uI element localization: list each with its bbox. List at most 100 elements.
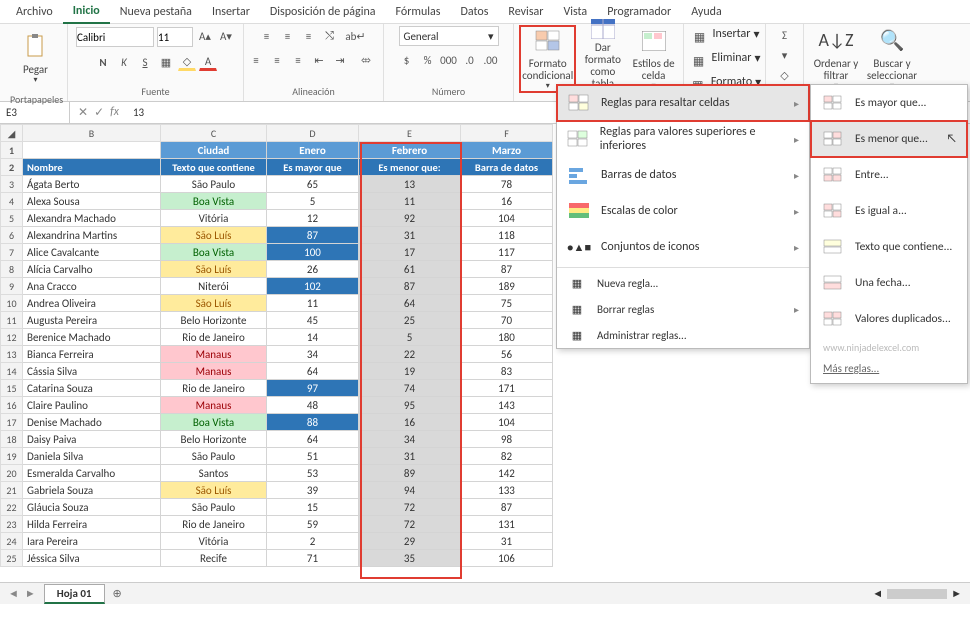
cell[interactable]: Boa Vista <box>161 193 267 210</box>
cell[interactable]: 35 <box>359 550 461 567</box>
row-header[interactable]: 6 <box>1 227 23 244</box>
cell[interactable]: Augusta Pereira <box>23 312 161 329</box>
cell[interactable]: 88 <box>267 414 359 431</box>
cell[interactable]: 142 <box>461 465 553 482</box>
enter-icon[interactable]: ✓ <box>94 105 104 120</box>
cell[interactable]: 64 <box>267 363 359 380</box>
dec-decimal-icon[interactable]: .00 <box>482 51 500 69</box>
row-header[interactable]: 8 <box>1 261 23 278</box>
menu-color-scales[interactable]: Escalas de color▸ <box>557 193 809 229</box>
cell[interactable]: Gabriela Souza <box>23 482 161 499</box>
cell[interactable]: Santos <box>161 465 267 482</box>
row-header[interactable]: 24 <box>1 533 23 550</box>
row-header[interactable]: 17 <box>1 414 23 431</box>
merge-icon[interactable]: ⤄ <box>352 51 380 69</box>
cell[interactable]: 117 <box>461 244 553 261</box>
row-header[interactable]: 20 <box>1 465 23 482</box>
dec-indent-icon[interactable]: ⇤ <box>310 51 328 69</box>
row-header[interactable]: 21 <box>1 482 23 499</box>
cell[interactable]: 71 <box>267 550 359 567</box>
cell[interactable]: 180 <box>461 329 553 346</box>
cell[interactable]: 78 <box>461 176 553 193</box>
cell[interactable]: 61 <box>359 261 461 278</box>
tab-ayuda[interactable]: Ayuda <box>681 1 732 23</box>
menu-highlight-rules[interactable]: Reglas para resaltar celdas▸ <box>557 85 809 121</box>
row-header[interactable]: 15 <box>1 380 23 397</box>
menu-icon-sets[interactable]: ●▲■ Conjuntos de iconos▸ <box>557 229 809 265</box>
align-right-icon[interactable]: ≡ <box>289 51 307 69</box>
autosum-icon[interactable]: Σ <box>776 26 794 44</box>
submenu-less-than[interactable]: Es menor que... ↖ <box>811 121 967 157</box>
cell[interactable]: Hilda Ferreira <box>23 516 161 533</box>
name-box[interactable]: E3 <box>0 102 70 123</box>
orientation-icon[interactable]: ⤭ <box>321 27 339 45</box>
italic-button[interactable]: K <box>115 53 133 71</box>
cell[interactable]: 65 <box>267 176 359 193</box>
cell[interactable]: Manaus <box>161 346 267 363</box>
align-top-icon[interactable]: ≡ <box>258 27 276 45</box>
paste-button[interactable]: Pegar ▾ <box>10 26 61 92</box>
add-sheet-button[interactable]: ⊕ <box>105 587 130 600</box>
tab-nueva[interactable]: Nueva pestaña <box>110 1 202 23</box>
cell[interactable]: 104 <box>461 210 553 227</box>
prev-sheet-icon[interactable]: ◄ <box>8 587 19 600</box>
cell[interactable]: 51 <box>267 448 359 465</box>
col-header-C[interactable]: C <box>161 125 267 142</box>
cell[interactable]: Alexandrina Martins <box>23 227 161 244</box>
fill-icon[interactable]: ▾ <box>776 46 794 64</box>
cell[interactable]: Gláucia Souza <box>23 499 161 516</box>
cell[interactable]: 95 <box>359 397 461 414</box>
row-header[interactable]: 4 <box>1 193 23 210</box>
cell[interactable]: 25 <box>359 312 461 329</box>
cell[interactable]: São Paulo <box>161 448 267 465</box>
cell[interactable]: Ágata Berto <box>23 176 161 193</box>
cell[interactable]: 16 <box>461 193 553 210</box>
cell[interactable]: Ana Cracco <box>23 278 161 295</box>
menu-data-bars[interactable]: Barras de datos▸ <box>557 157 809 193</box>
cell[interactable]: Daisy Paiva <box>23 431 161 448</box>
submenu-between[interactable]: Entre... <box>811 157 967 193</box>
cell[interactable]: 56 <box>461 346 553 363</box>
align-mid-icon[interactable]: ≡ <box>279 27 297 45</box>
cell[interactable]: 34 <box>359 431 461 448</box>
percent-icon[interactable]: % <box>419 51 437 69</box>
format-as-table-button[interactable]: Dar formato como tabla▾ <box>579 26 626 92</box>
cell[interactable]: Alexandra Machado <box>23 210 161 227</box>
comma-icon[interactable]: 000 <box>440 51 458 69</box>
cell[interactable]: 48 <box>267 397 359 414</box>
cell[interactable]: 72 <box>359 499 461 516</box>
row-header[interactable]: 7 <box>1 244 23 261</box>
tab-inicio[interactable]: Inicio <box>63 0 110 24</box>
tab-formulas[interactable]: Fórmulas <box>386 1 451 23</box>
sheet-tab[interactable]: Hoja 01 <box>44 584 105 604</box>
cell[interactable]: 53 <box>267 465 359 482</box>
cell[interactable]: Niterói <box>161 278 267 295</box>
cell[interactable]: Recife <box>161 550 267 567</box>
row-header[interactable]: 2 <box>1 159 23 176</box>
cell[interactable]: 34 <box>267 346 359 363</box>
cell[interactable]: Belo Horizonte <box>161 431 267 448</box>
cell[interactable]: Vitória <box>161 533 267 550</box>
cell[interactable]: 14 <box>267 329 359 346</box>
cell[interactable]: Boa Vista <box>161 244 267 261</box>
cell[interactable]: Boa Vista <box>161 414 267 431</box>
delete-cells-button[interactable]: ▦Eliminar ▾ <box>689 51 761 71</box>
cell[interactable]: 143 <box>461 397 553 414</box>
cell[interactable]: 64 <box>267 431 359 448</box>
cell[interactable]: Andrea Oliveira <box>23 295 161 312</box>
next-sheet-icon[interactable]: ► <box>25 587 36 600</box>
cell[interactable]: 31 <box>359 227 461 244</box>
cell[interactable]: Vitória <box>161 210 267 227</box>
cell[interactable]: 72 <box>359 516 461 533</box>
cell[interactable]: 92 <box>359 210 461 227</box>
tab-archivo[interactable]: Archivo <box>6 1 63 23</box>
hscroll-right-icon[interactable]: ► <box>951 587 962 600</box>
cell[interactable]: 106 <box>461 550 553 567</box>
cell[interactable]: Iara Pereira <box>23 533 161 550</box>
cell[interactable]: Rio de Janeiro <box>161 516 267 533</box>
hscroll-left-icon[interactable]: ◄ <box>872 587 883 600</box>
cell[interactable]: 31 <box>359 448 461 465</box>
col-header-E[interactable]: E <box>359 125 461 142</box>
cell[interactable]: 82 <box>461 448 553 465</box>
col-header-F[interactable]: F <box>461 125 553 142</box>
